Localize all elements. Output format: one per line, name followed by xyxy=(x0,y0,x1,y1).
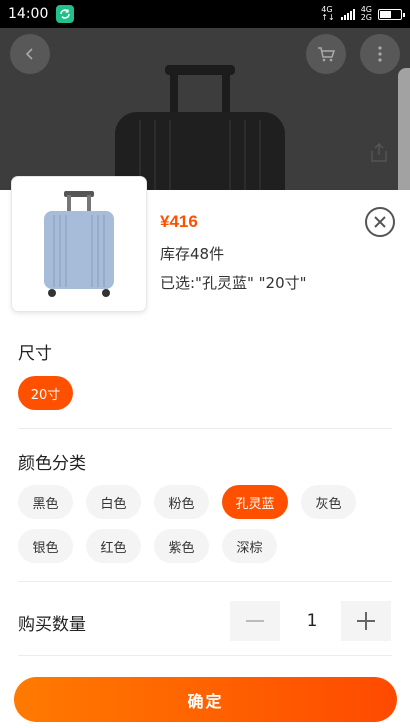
quantity-label: 购买数量 xyxy=(18,615,86,635)
size-section-title: 尺寸 xyxy=(18,344,52,364)
more-vertical-icon xyxy=(378,46,382,62)
network-indicator-1: 4G ↑↓ xyxy=(321,6,334,22)
color-option-blue[interactable]: 孔灵蓝 xyxy=(222,485,288,519)
status-time: 14:00 xyxy=(8,6,49,22)
network-type-label-3: 2G xyxy=(360,13,372,22)
signal-bars-icon xyxy=(340,8,355,20)
color-option-white[interactable]: 白色 xyxy=(86,485,141,519)
chevron-left-icon xyxy=(25,48,33,60)
divider xyxy=(18,581,392,582)
back-button[interactable] xyxy=(10,34,50,74)
selected-options: 已选:"孔灵蓝" "20寸" xyxy=(160,274,307,292)
product-thumbnail xyxy=(12,177,146,311)
color-section-title: 颜色分类 xyxy=(18,454,86,474)
network-indicator-2: 4G 2G xyxy=(361,6,372,22)
color-option-purple[interactable]: 紫色 xyxy=(154,529,209,563)
share-icon[interactable] xyxy=(368,143,390,163)
size-option[interactable]: 20寸 xyxy=(18,376,73,410)
stock-count: 库存48件 xyxy=(160,245,225,263)
confirm-button[interactable]: 确定 xyxy=(14,677,397,722)
increase-quantity-button[interactable] xyxy=(341,601,391,641)
side-pull-tab[interactable] xyxy=(398,68,410,208)
color-option-dark-brown[interactable]: 深棕 xyxy=(222,529,277,563)
more-button[interactable] xyxy=(360,34,400,74)
decrease-quantity-button[interactable] xyxy=(230,601,280,641)
color-option-pink[interactable]: 粉色 xyxy=(154,485,209,519)
color-option-black[interactable]: 黑色 xyxy=(18,485,73,519)
divider xyxy=(18,655,392,656)
color-option-red[interactable]: 红色 xyxy=(86,529,141,563)
product-price: ¥416 xyxy=(160,212,198,231)
battery-icon xyxy=(378,8,405,20)
minus-icon xyxy=(246,620,264,622)
color-option-gray[interactable]: 灰色 xyxy=(301,485,356,519)
divider xyxy=(18,428,392,429)
close-button[interactable] xyxy=(365,207,395,237)
cart-button[interactable] xyxy=(306,34,346,74)
color-option-silver[interactable]: 银色 xyxy=(18,529,73,563)
status-bar: 14:00 4G ↑↓ 4G 2G xyxy=(0,0,410,28)
cart-icon xyxy=(318,47,335,62)
data-arrows-icon: ↑↓ xyxy=(321,13,335,22)
close-icon xyxy=(374,216,386,228)
plus-icon xyxy=(357,612,375,630)
quantity-value[interactable]: 1 xyxy=(292,601,332,641)
sync-app-icon xyxy=(56,5,75,23)
blue-suitcase-image xyxy=(44,191,114,297)
